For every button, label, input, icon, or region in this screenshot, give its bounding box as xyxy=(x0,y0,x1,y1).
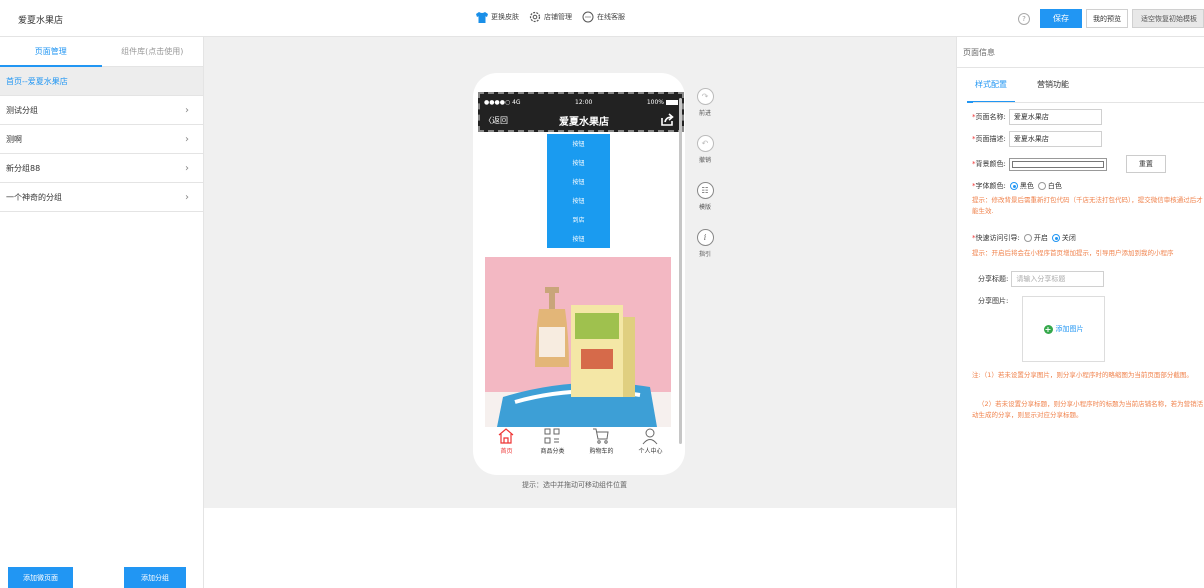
stack-button[interactable]: 按钮 xyxy=(547,229,610,248)
reset-color-button[interactable]: 重置 xyxy=(1125,155,1166,173)
top-actions: ? 保存 我的预览 适空恢复初始模板 xyxy=(1018,9,1204,28)
shirt-icon xyxy=(476,11,488,23)
change-skin-link[interactable]: 更换皮肤 xyxy=(476,11,519,23)
sidebar-group[interactable]: 新分组88 › xyxy=(0,154,203,183)
tabbar-item-profile[interactable]: 个人中心 xyxy=(638,427,662,455)
redo-icon: ↷ xyxy=(696,88,714,105)
panel-tabs: 样式配置 营销功能 xyxy=(967,79,1071,103)
battery-indicator: 100% xyxy=(647,99,678,106)
share-image-row: 分享图片: xyxy=(978,297,1009,305)
chevron-right-icon: › xyxy=(185,104,189,116)
share-icon[interactable] xyxy=(660,113,674,127)
share-note-2: （2）若未设置分享标题，则分享小程序时的标题为当前店铺名称，若为营销活动生成的分… xyxy=(972,400,1204,419)
sidebar-group[interactable]: 测试分组 › xyxy=(0,96,203,125)
shop-name: 爱夏水果店 xyxy=(18,16,64,26)
add-group-button[interactable]: 添加分组 xyxy=(124,567,186,588)
tab-page-manage[interactable]: 页面管理 xyxy=(0,37,102,67)
page-name-row: * 页面名称: 爱夏水果店 xyxy=(972,109,1102,125)
canvas-hint: 提示：选中并拖动可移动组件位置 xyxy=(522,481,627,489)
gear-icon xyxy=(529,11,541,23)
canvas-footer-area xyxy=(204,508,956,588)
phone-header-component[interactable]: ●●●●○ 4G 12:00 100% 〈返回 爱夏水果店 xyxy=(478,92,684,132)
chevron-right-icon: › xyxy=(185,133,189,145)
chevron-right-icon: › xyxy=(185,191,189,203)
tabbar-item-home[interactable]: 首页 xyxy=(497,427,515,455)
save-button[interactable]: 保存 xyxy=(1040,9,1082,28)
bg-color-picker[interactable] xyxy=(1008,157,1107,171)
tabbar-item-category[interactable]: 商品分类 xyxy=(540,427,564,455)
back-link[interactable]: 〈返回 xyxy=(484,115,508,126)
redo-tool[interactable]: ↷ 前进 xyxy=(696,88,714,135)
product-image-component[interactable] xyxy=(485,257,671,427)
page-desc-input[interactable]: 爱夏水果店 xyxy=(1008,131,1102,147)
undo-tool[interactable]: ↶ 撤销 xyxy=(696,135,714,182)
share-title-input[interactable]: 请输入分享标题 xyxy=(1011,271,1105,287)
phone-title: 爱夏水果店 xyxy=(559,116,609,128)
sidebar-group[interactable]: 一个神奇的分组 › xyxy=(0,183,203,212)
stack-button[interactable]: 按钮 xyxy=(547,134,610,153)
chevron-right-icon: › xyxy=(185,162,189,174)
top-links: 更换皮肤 店铺管理 在线客服 xyxy=(476,11,625,23)
plus-icon: + xyxy=(1043,324,1053,334)
reset-template-button[interactable]: 适空恢复初始模板 xyxy=(1132,9,1204,28)
quick-access-row: * 快速访问引导: 开启 关闭 xyxy=(972,234,1076,242)
page-desc-row: * 页面描述: 爱夏水果店 xyxy=(972,131,1102,147)
time-text: 12:00 xyxy=(575,98,593,106)
top-bar: 爱夏水果店 更换皮肤 店铺管理 在线客服 ? 保存 我的预览 适空恢复初始模板 xyxy=(0,0,1204,37)
category-icon xyxy=(544,428,560,444)
phone-tabbar: 首页 商品分类 购物车的 个人中心 xyxy=(485,427,675,463)
stack-button[interactable]: 到店 xyxy=(547,210,610,229)
product-photo xyxy=(485,257,671,427)
sidebar-tabs: 页面管理 组件库(点击使用) xyxy=(0,37,203,67)
bg-tip: 提示：修改背景后需重新打包代码（千店无法打包代码），提交微信审核通过后才能生效. xyxy=(972,196,1203,215)
cart-icon xyxy=(593,428,610,444)
tab-marketing[interactable]: 营销功能 xyxy=(1035,79,1071,97)
undo-icon: ↶ xyxy=(696,135,714,152)
font-black-radio[interactable] xyxy=(1009,182,1018,190)
tab-component-library[interactable]: 组件库(点击使用) xyxy=(102,37,204,66)
share-title-row: 分享标题: 请输入分享标题 xyxy=(978,271,1105,287)
page-sidebar: 页面管理 组件库(点击使用) 首页--爱夏水果店 测试分组 › 测啊 › 新分组88… xyxy=(0,37,204,588)
tab-divider xyxy=(973,102,1204,103)
user-icon xyxy=(643,428,658,445)
stack-button[interactable]: 按钮 xyxy=(547,153,610,172)
tab-style-config[interactable]: 样式配置 xyxy=(967,79,1015,103)
phone-nav: 〈返回 爱夏水果店 xyxy=(484,110,674,130)
quick-open-radio[interactable] xyxy=(1023,234,1032,242)
panel-title: 页面信息 xyxy=(957,37,1204,68)
shop-manage-link[interactable]: 店铺管理 xyxy=(529,11,572,23)
font-white-radio[interactable] xyxy=(1037,182,1046,190)
home-icon xyxy=(499,428,514,444)
quick-access-tip: 提示：开启后将会在小程序首页增加提示，引导用户添加到我的小程序 xyxy=(972,249,1174,257)
template-icon: ☷ xyxy=(696,182,714,199)
phone-scrollbar[interactable] xyxy=(679,98,682,444)
tabbar-item-cart[interactable]: 购物车的 xyxy=(589,427,613,455)
help-icon[interactable]: ? xyxy=(1018,12,1030,25)
guide-tool[interactable]: i 指引 xyxy=(696,229,714,276)
preview-button[interactable]: 我的预览 xyxy=(1086,9,1128,28)
share-note-1: 注:（1）若未设置分享图片，则分享小程序时的略缩图为当前页面部分截图。 xyxy=(972,371,1193,379)
stack-button[interactable]: 按钮 xyxy=(547,191,610,210)
sidebar-group[interactable]: 测啊 › xyxy=(0,125,203,154)
signal-text: ●●●●○ 4G xyxy=(484,98,521,106)
stack-button[interactable]: 按钮 xyxy=(547,172,610,191)
page-name-input[interactable]: 爱夏水果店 xyxy=(1008,109,1102,125)
bg-color-row: * 背景颜色: 重置 xyxy=(972,155,1166,173)
canvas-toolbar: ↷ 前进 ↶ 撤销 ☷ 模版 i 指引 xyxy=(694,88,716,276)
add-page-button[interactable]: 添加微页面 xyxy=(8,567,73,588)
chat-icon xyxy=(582,11,594,23)
sidebar-item-home[interactable]: 首页--爱夏水果店 xyxy=(0,67,203,96)
online-service-link[interactable]: 在线客服 xyxy=(582,11,625,23)
button-group-component[interactable]: 按钮 按钮 按钮 按钮 到店 按钮 xyxy=(547,134,610,248)
template-tool[interactable]: ☷ 模版 xyxy=(696,182,714,229)
battery-icon xyxy=(665,99,678,105)
quick-close-radio[interactable] xyxy=(1051,234,1060,242)
status-line: ●●●●○ 4G 12:00 100% xyxy=(484,97,678,107)
font-color-row: * 字体颜色: 黑色 白色 xyxy=(972,182,1062,190)
info-icon: i xyxy=(696,229,714,246)
add-image-button[interactable]: + 添加图片 xyxy=(1022,296,1105,362)
